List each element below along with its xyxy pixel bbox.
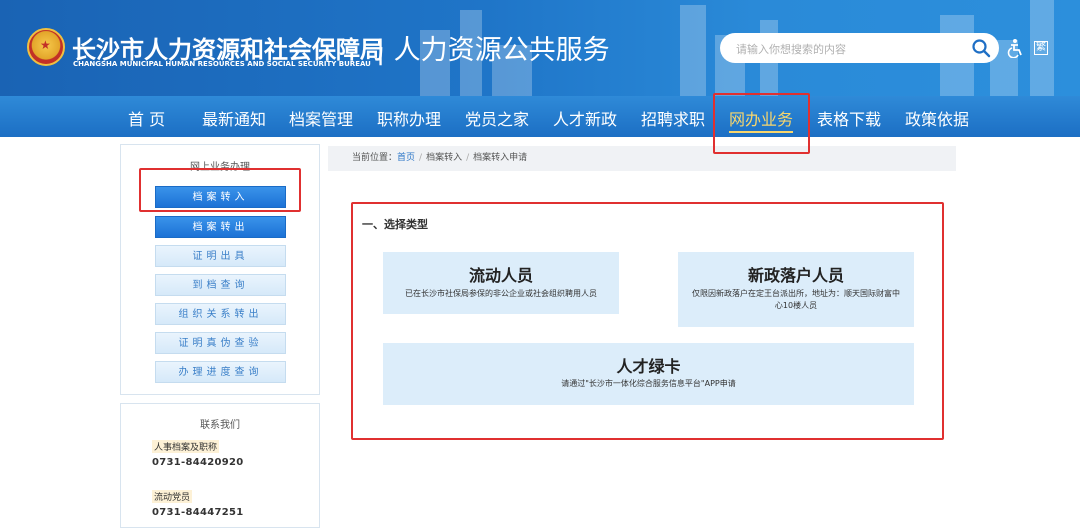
sidebar-item-certificate[interactable]: 证明出具: [155, 245, 286, 267]
breadcrumb-separator: /: [466, 153, 470, 163]
nav-item-forms[interactable]: 表格下载: [817, 106, 881, 130]
card-description: 仅限因新政落户在定王台派出所，地址为：顺天国际财富中心10楼人员: [692, 289, 900, 310]
nav-item-titles[interactable]: 职称办理: [377, 106, 441, 130]
accessibility-icon[interactable]: [1005, 38, 1025, 58]
contact-label: 流动党员: [152, 490, 193, 503]
breadcrumb-level1[interactable]: 档案转入: [426, 153, 462, 163]
search-icon[interactable]: [971, 38, 991, 58]
card-title: 人才绿卡: [616, 357, 681, 376]
sidebar-item-progress-query[interactable]: 办理进度查询: [155, 361, 286, 383]
traditional-chinese-toggle-icon[interactable]: 繁: [1034, 41, 1048, 55]
card-title: 新政落户人员: [747, 266, 844, 285]
online-services-panel: 网上业务办理 档案转入 档案转出 证明出具 到档查询 组织关系转出 证明真伪查验…: [120, 144, 320, 395]
nav-item-talent-policy[interactable]: 人才新政: [553, 106, 617, 130]
breadcrumb-home-link[interactable]: 首页: [397, 153, 415, 163]
sidebar-item-org-transfer[interactable]: 组织关系转出: [155, 303, 286, 325]
contact-title: 联系我们: [200, 420, 240, 431]
card-title: 流动人员: [468, 266, 533, 285]
nav-item-party[interactable]: 党员之家: [465, 106, 529, 130]
nav-item-policy-basis[interactable]: 政策依据: [905, 106, 969, 130]
sidebar-item-archive-query[interactable]: 到档查询: [155, 274, 286, 296]
section-title: 一、选择类型: [362, 218, 428, 231]
sidebar-item-archive-in[interactable]: 档案转入: [155, 186, 286, 208]
sidebar-item-cert-verify[interactable]: 证明真伪查验: [155, 332, 286, 354]
breadcrumb-prefix: 当前位置：: [352, 153, 398, 163]
type-card-floating-personnel[interactable]: 流动人员 已在长沙市社保局参保的非公企业或社会组织聘用人员: [383, 252, 619, 314]
search-input[interactable]: 请输入你想搜索的内容: [736, 41, 846, 57]
breadcrumb-separator: /: [419, 153, 423, 163]
nav-item-home[interactable]: 首 页: [128, 106, 165, 130]
nav-item-notices[interactable]: 最新通知: [202, 106, 266, 130]
sidebar-item-archive-out[interactable]: 档案转出: [155, 216, 286, 238]
site-header: ★ 长沙市人力资源和社会保障局 CHANGSHA MUNICIPAL HUMAN…: [0, 0, 1080, 96]
card-description: 请通过"长沙市一体化综合服务信息平台"APP申请: [561, 379, 736, 388]
contact-phone: 0731-84420920: [152, 457, 244, 468]
bureau-name-en: CHANGSHA MUNICIPAL HUMAN RESOURCES AND S…: [73, 60, 371, 68]
national-emblem-logo: ★: [27, 28, 65, 66]
breadcrumb: 当前位置：首页 / 档案转入 / 档案转入申请: [328, 146, 956, 171]
search-box[interactable]: 请输入你想搜索的内容: [720, 33, 999, 63]
type-card-new-policy-settlers[interactable]: 新政落户人员 仅限因新政落户在定王台派出所，地址为：顺天国际财富中心10楼人员: [678, 252, 914, 327]
site-subtitle: | 人力资源公共服务: [376, 35, 610, 66]
contact-phone: 0731-84447251: [152, 507, 244, 518]
card-description: 已在长沙市社保局参保的非公企业或社会组织聘用人员: [405, 289, 597, 298]
nav-item-jobs[interactable]: 招聘求职: [641, 106, 705, 130]
panel-title: 网上业务办理: [190, 162, 250, 173]
type-card-talent-green-card[interactable]: 人才绿卡 请通过"长沙市一体化综合服务信息平台"APP申请: [383, 343, 914, 405]
nav-item-online-services[interactable]: 网办业务: [729, 106, 794, 133]
main-nav: 首 页 最新通知 档案管理 职称办理 党员之家 人才新政 招聘求职 网办业务 表…: [0, 96, 1080, 137]
breadcrumb-current: 档案转入申请: [473, 153, 528, 163]
contact-label: 人事档案及职称: [152, 440, 220, 453]
nav-item-archives[interactable]: 档案管理: [289, 106, 353, 130]
contact-panel: 联系我们 人事档案及职称 0731-84420920 流动党员 0731-844…: [120, 403, 320, 528]
